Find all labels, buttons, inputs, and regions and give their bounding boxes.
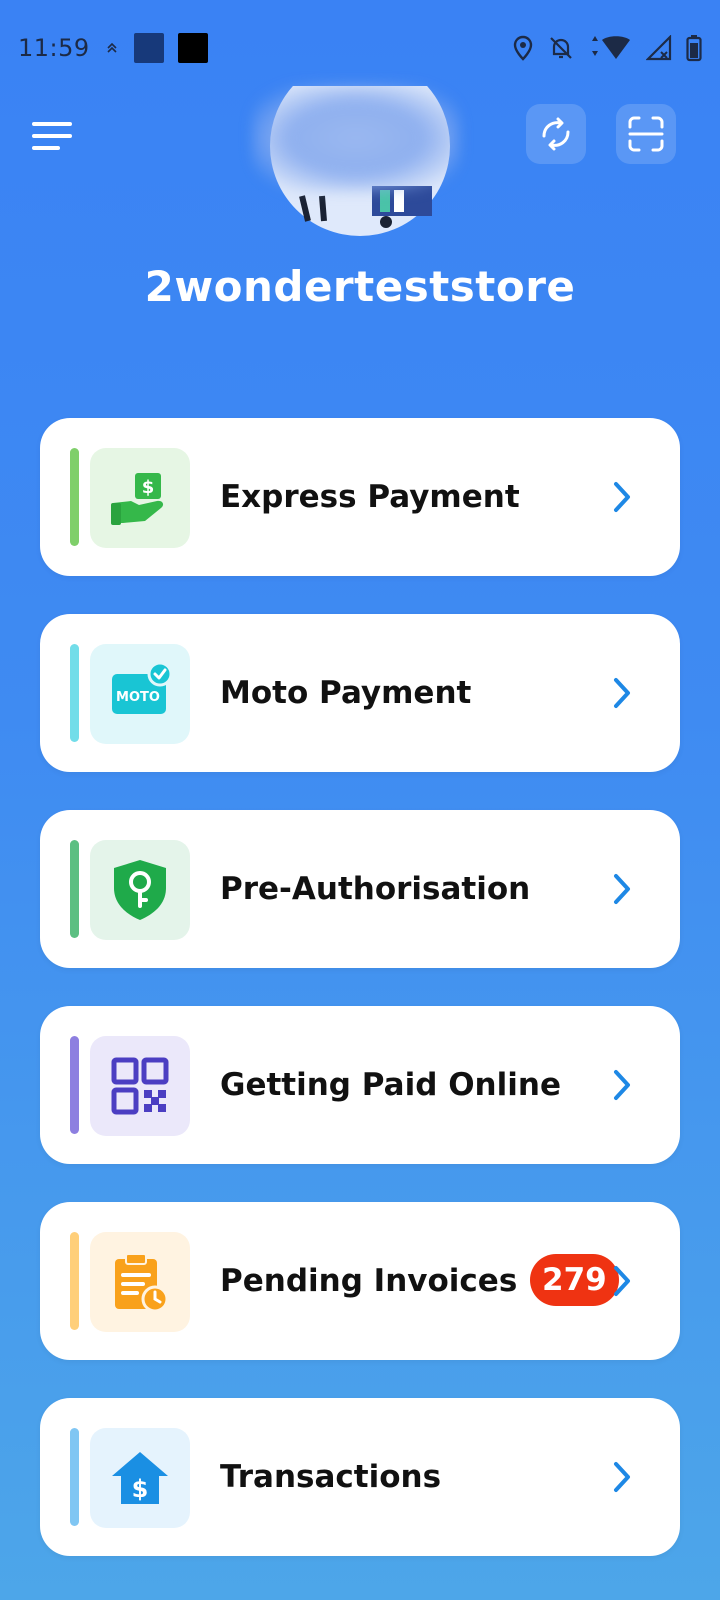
card-accent-bar <box>70 1428 79 1526</box>
notification-square-icon <box>133 33 164 63</box>
svg-text:$: $ <box>142 477 155 498</box>
pre-authorisation-card[interactable]: Pre-Authorisation <box>40 810 680 968</box>
qr-code-icon <box>111 1057 169 1115</box>
card-accent-bar <box>70 1036 79 1134</box>
menu-icon[interactable] <box>32 116 80 156</box>
card-label: Moto Payment <box>220 675 472 711</box>
card-icon-box: $ <box>90 448 190 548</box>
location-icon <box>513 35 533 61</box>
store-name: 2wonderteststore <box>144 262 576 311</box>
notification-square-icon <box>177 33 208 63</box>
card-icon-box <box>90 1232 190 1332</box>
store-logo-blur <box>252 84 460 192</box>
pending-invoices-card[interactable]: Pending Invoices 279 <box>40 1202 680 1360</box>
card-label: Pre-Authorisation <box>220 871 531 907</box>
card-accent-bar <box>70 644 79 742</box>
card-accent-bar <box>70 1232 79 1330</box>
status-bar: 11:59 <box>0 0 720 96</box>
house-dollar-icon: $ <box>112 1452 168 1504</box>
card-label: Pending Invoices <box>220 1263 518 1299</box>
svg-text:$: $ <box>132 1475 149 1503</box>
status-time: 11:59 <box>18 34 90 62</box>
chevron-right-icon <box>614 482 630 512</box>
chevron-right-icon <box>614 678 630 708</box>
sync-button[interactable] <box>526 104 586 164</box>
moto-payment-card[interactable]: MOTO Moto Payment <box>40 614 680 772</box>
battery-icon <box>686 35 702 62</box>
getting-paid-online-card[interactable]: Getting Paid Online <box>40 1006 680 1164</box>
transactions-card[interactable]: $ Transactions <box>40 1398 680 1556</box>
card-accent-bar <box>70 840 79 938</box>
card-icon-box <box>90 840 190 940</box>
chevron-right-icon <box>614 874 630 904</box>
card-icon-box <box>90 1036 190 1136</box>
scan-button[interactable] <box>616 104 676 164</box>
sync-icon <box>542 117 570 151</box>
card-label: Getting Paid Online <box>220 1067 561 1103</box>
express-payment-card[interactable]: $ Express Payment <box>40 418 680 576</box>
signal-icon <box>646 35 672 61</box>
chevrons-up-icon <box>107 42 117 53</box>
card-label: Express Payment <box>220 479 520 515</box>
wifi-icon <box>592 36 630 59</box>
chevron-right-icon <box>614 1070 630 1100</box>
shield-key-icon <box>114 860 166 920</box>
card-accent-bar <box>70 448 79 546</box>
pending-count-badge: 279 <box>530 1254 619 1306</box>
card-icon-box: $ <box>90 1428 190 1528</box>
card-label: Transactions <box>220 1459 442 1495</box>
scan-icon <box>628 116 664 152</box>
moto-card-icon: MOTO <box>112 662 172 714</box>
bell-off-icon <box>550 37 572 59</box>
chevron-right-icon <box>614 1266 630 1296</box>
clipboard-clock-icon <box>115 1253 169 1313</box>
chevron-right-icon <box>614 1462 630 1492</box>
card-icon-box: MOTO <box>90 644 190 744</box>
svg-text:MOTO: MOTO <box>116 690 160 705</box>
hand-dollar-icon: $ <box>111 473 164 525</box>
